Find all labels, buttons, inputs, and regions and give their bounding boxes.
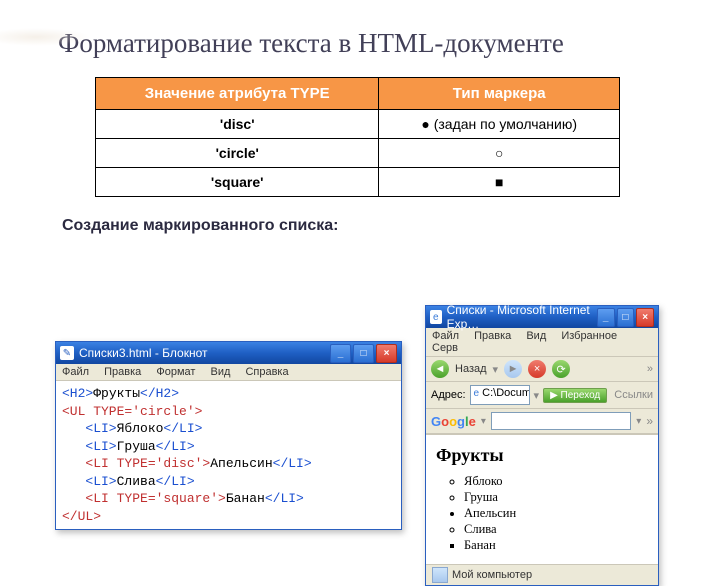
back-icon[interactable]: ◄ <box>431 360 449 378</box>
list-item: Слива <box>464 522 648 537</box>
menu-item[interactable]: Формат <box>156 366 195 378</box>
ie-page-content: Фрукты Яблоко Груша Апельсин Слива Банан <box>426 434 658 564</box>
maximize-button[interactable]: □ <box>617 308 635 327</box>
table-cell: 'square' <box>96 168 379 197</box>
refresh-icon[interactable]: ⟳ <box>552 360 570 378</box>
menu-item[interactable]: Правка <box>474 330 511 342</box>
table-cell: ● (задан по умолчанию) <box>379 110 620 139</box>
menu-item[interactable]: Правка <box>104 366 141 378</box>
address-input[interactable]: e C:\Documen <box>470 385 530 405</box>
stop-icon[interactable]: × <box>528 360 546 378</box>
ie-menubar: Файл Правка Вид Избранное Серв <box>426 328 658 357</box>
menu-item[interactable]: Вид <box>526 330 546 342</box>
subheading: Создание маркированного списка: <box>62 217 720 235</box>
back-label[interactable]: Назад <box>455 363 487 375</box>
google-toolbar: Google ▾ ▾ » <box>426 409 658 434</box>
my-computer-icon <box>432 567 448 583</box>
forward-icon[interactable]: ► <box>504 360 522 378</box>
ie-statusbar: Мой компьютер <box>426 564 658 585</box>
google-logo: Google <box>431 414 476 429</box>
minimize-button[interactable]: _ <box>330 344 351 363</box>
list-item: Груша <box>464 490 648 505</box>
notepad-titlebar: ✎ Списки3.html - Блокнот _ □ × <box>56 342 401 364</box>
marker-type-table: Значение атрибута TYPE Тип маркера 'disc… <box>95 77 620 197</box>
corner-accent <box>0 28 90 46</box>
google-search-input[interactable] <box>491 412 631 430</box>
menu-item[interactable]: Файл <box>432 330 459 342</box>
table-header: Значение атрибута TYPE <box>96 78 379 110</box>
menu-item[interactable]: Серв <box>432 342 458 354</box>
rendered-list: Яблоко Груша Апельсин Слива Банан <box>436 474 648 553</box>
list-item: Апельсин <box>464 506 648 521</box>
ie-toolbar: ◄ Назад ▾ ► × ⟳ » <box>426 357 658 382</box>
menu-item[interactable]: Файл <box>62 366 89 378</box>
ie-window: e Списки - Microsoft Internet Exp… _ □ ×… <box>425 305 659 586</box>
status-text: Мой компьютер <box>452 569 532 581</box>
table-header: Тип маркера <box>379 78 620 110</box>
table-cell: ○ <box>379 139 620 168</box>
list-item: Яблоко <box>464 474 648 489</box>
notepad-menubar: Файл Правка Формат Вид Справка <box>56 364 401 381</box>
ie-icon: e <box>430 310 442 324</box>
go-button[interactable]: ▶ Переход <box>543 388 607 403</box>
page-heading: Фрукты <box>436 445 648 466</box>
address-label: Адрес: <box>431 389 466 401</box>
minimize-button[interactable]: _ <box>597 308 615 327</box>
notepad-icon: ✎ <box>60 346 74 360</box>
menu-item[interactable]: Справка <box>245 366 288 378</box>
menu-item[interactable]: Избранное <box>561 330 617 342</box>
table-cell: 'circle' <box>96 139 379 168</box>
maximize-button[interactable]: □ <box>353 344 374 363</box>
links-label[interactable]: Ссылки <box>611 389 653 401</box>
menu-item[interactable]: Вид <box>210 366 230 378</box>
close-button[interactable]: × <box>376 344 397 363</box>
notepad-body[interactable]: <H2>Фрукты</H2> <UL TYPE='circle'> <LI>Я… <box>56 381 401 529</box>
notepad-title: Списки3.html - Блокнот <box>79 346 208 360</box>
close-button[interactable]: × <box>636 308 654 327</box>
slide-title: Форматирование текста в HTML-документе <box>58 28 720 59</box>
notepad-window: ✎ Списки3.html - Блокнот _ □ × Файл Прав… <box>55 341 402 530</box>
ie-titlebar: e Списки - Microsoft Internet Exp… _ □ × <box>426 306 658 328</box>
list-item: Банан <box>464 538 648 553</box>
address-bar: Адрес: e C:\Documen ▾ ▶ Переход Ссылки <box>426 382 658 409</box>
table-cell: 'disc' <box>96 110 379 139</box>
ie-title: Списки - Microsoft Internet Exp… <box>447 303 595 331</box>
table-cell: ■ <box>379 168 620 197</box>
